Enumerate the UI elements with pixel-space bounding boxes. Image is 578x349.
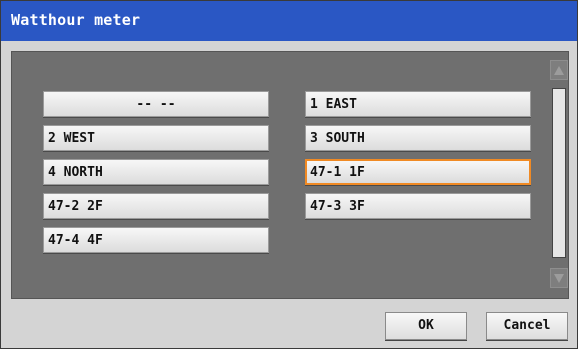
button-bar: OK Cancel <box>1 297 577 348</box>
meter-item-none[interactable]: -- -- <box>43 91 269 117</box>
meter-list-panel: -- -- 1 EAST 2 WEST 3 SOUTH 4 NORTH 47-1… <box>11 51 569 299</box>
watthour-meter-dialog: Watthour meter -- -- 1 EAST 2 WEST 3 SOU… <box>0 0 578 349</box>
meter-item-3-south[interactable]: 3 SOUTH <box>305 125 531 151</box>
scroll-down-button[interactable] <box>550 268 568 288</box>
triangle-up-icon <box>554 66 564 75</box>
meter-item-2-west[interactable]: 2 WEST <box>43 125 269 151</box>
list-scrollbar[interactable] <box>550 52 568 298</box>
triangle-down-icon <box>554 274 564 283</box>
meter-item-47-1-1f[interactable]: 47-1 1F <box>305 159 531 185</box>
scroll-up-button[interactable] <box>550 60 568 80</box>
ok-button[interactable]: OK <box>385 312 467 340</box>
meter-item-47-3-3f[interactable]: 47-3 3F <box>305 193 531 219</box>
meter-item-1-east[interactable]: 1 EAST <box>305 91 531 117</box>
cancel-button[interactable]: Cancel <box>486 312 568 340</box>
title-bar: Watthour meter <box>1 1 577 41</box>
scroll-track[interactable] <box>552 88 566 258</box>
meter-item-4-north[interactable]: 4 NORTH <box>43 159 269 185</box>
dialog-title: Watthour meter <box>11 11 141 29</box>
meter-item-47-2-2f[interactable]: 47-2 2F <box>43 193 269 219</box>
meter-item-47-4-4f[interactable]: 47-4 4F <box>43 227 269 253</box>
